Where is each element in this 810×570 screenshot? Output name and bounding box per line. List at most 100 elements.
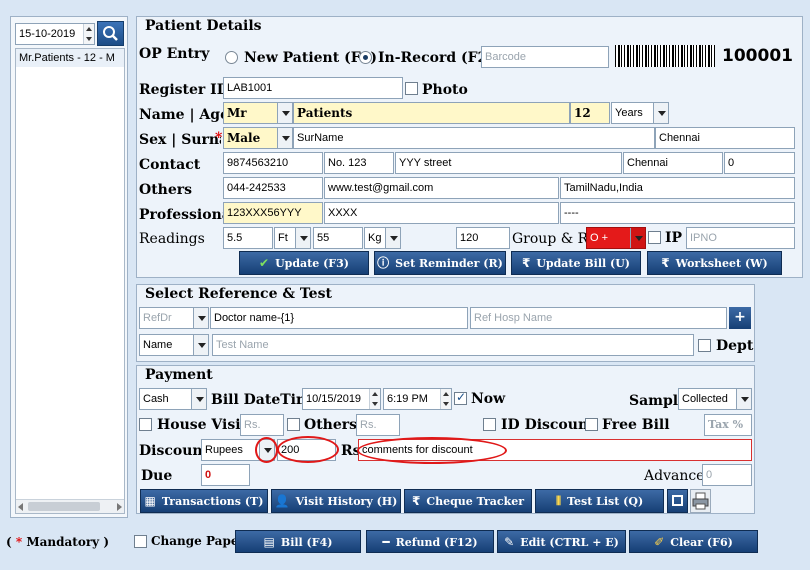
now-checkbox[interactable]: [454, 390, 467, 405]
horizontal-scrollbar[interactable]: [16, 499, 124, 513]
clear-button[interactable]: ✐ Clear (F6): [629, 530, 758, 553]
set-reminder-button[interactable]: ⓘ Set Reminder (R): [374, 251, 506, 275]
prof-name-input[interactable]: XXXX: [324, 202, 559, 224]
date-picker[interactable]: 15-10-2019: [15, 23, 95, 45]
chevron-down-icon[interactable]: [193, 308, 208, 328]
ip-checkbox[interactable]: [648, 231, 661, 244]
ipno-input[interactable]: IPNO: [686, 227, 795, 249]
tax-input[interactable]: Tax %: [704, 414, 752, 436]
fullscreen-button[interactable]: [667, 489, 688, 513]
dept-checkbox[interactable]: [698, 339, 711, 352]
update-bill-button[interactable]: ₹ Update Bill (U): [511, 251, 641, 275]
chevron-down-icon[interactable]: [191, 389, 206, 409]
city-input[interactable]: Chennai: [655, 127, 795, 149]
rupee-icon: ₹: [521, 256, 531, 270]
date-spin-icon[interactable]: [369, 389, 380, 409]
in-record-label[interactable]: In-Record (F2): [378, 50, 494, 66]
phone-input[interactable]: 9874563210: [223, 152, 323, 174]
sample-select[interactable]: Collected: [678, 388, 752, 410]
free-bill-checkbox[interactable]: [585, 418, 598, 431]
age-input[interactable]: 12: [570, 102, 610, 124]
patient-list-item[interactable]: Mr.Patients - 12 - M: [16, 49, 124, 67]
chevron-down-icon[interactable]: [385, 228, 400, 248]
height-unit-select[interactable]: Ft: [274, 227, 311, 249]
refdr-select[interactable]: RefDr: [139, 307, 209, 329]
street-input[interactable]: YYY street: [395, 152, 622, 174]
change-paper-label[interactable]: Change Paper: [151, 534, 245, 548]
worksheet-button[interactable]: ₹ Worksheet (W): [647, 251, 782, 275]
house-visit-label[interactable]: House Visit: [157, 417, 247, 433]
date-spin-icon[interactable]: [83, 24, 94, 44]
chevron-down-icon[interactable]: [193, 335, 208, 355]
height-input[interactable]: 5.5: [223, 227, 273, 249]
email-input[interactable]: www.test@gmail.com: [324, 177, 559, 199]
chevron-down-icon[interactable]: [277, 128, 292, 148]
scroll-left-icon[interactable]: [18, 503, 23, 511]
chevron-down-icon[interactable]: [277, 103, 292, 123]
others-checkbox[interactable]: [287, 418, 300, 431]
bill-date-picker[interactable]: 10/15/2019: [302, 388, 381, 410]
landline-input[interactable]: 044-242533: [223, 177, 323, 199]
new-patient-radio[interactable]: [225, 51, 238, 64]
now-label[interactable]: Now: [471, 391, 505, 407]
scroll-thumb[interactable]: [28, 502, 100, 511]
search-button[interactable]: [97, 21, 124, 46]
id-discount-label[interactable]: ID Discount: [501, 417, 595, 433]
update-button[interactable]: ✔ Update (F3): [239, 251, 369, 275]
transactions-button[interactable]: ▦ Transactions (T): [140, 489, 268, 513]
chevron-down-icon[interactable]: [630, 228, 645, 248]
cheque-tracker-button[interactable]: ₹ Cheque Tracker: [404, 489, 532, 513]
name-select-value: Name: [143, 339, 173, 351]
house-visit-input[interactable]: Rs.: [240, 414, 284, 436]
change-paper-checkbox[interactable]: [134, 535, 147, 548]
chevron-down-icon[interactable]: [653, 103, 668, 123]
chevron-down-icon[interactable]: [295, 228, 310, 248]
register-id-input[interactable]: LAB1001: [223, 77, 403, 99]
title-select[interactable]: Mr: [223, 102, 293, 124]
bill-time-picker[interactable]: 6:19 PM: [383, 388, 452, 410]
time-spin-icon[interactable]: [440, 389, 451, 409]
sex-select[interactable]: Male: [223, 127, 293, 149]
others-input[interactable]: Rs.: [356, 414, 400, 436]
surname-input[interactable]: SurName: [293, 127, 655, 149]
dept-label[interactable]: Dept: [716, 338, 753, 354]
weight-input[interactable]: 55: [313, 227, 363, 249]
scroll-right-icon[interactable]: [117, 503, 122, 511]
name-input[interactable]: Patients: [293, 102, 570, 124]
id-discount-checkbox[interactable]: [483, 418, 496, 431]
bill-button[interactable]: ▤ Bill (F4): [235, 530, 361, 553]
new-patient-label[interactable]: New Patient (F1): [244, 50, 377, 66]
visit-history-button[interactable]: 👤 Visit History (H): [271, 489, 401, 513]
ref-hosp-input[interactable]: Ref Hosp Name: [470, 307, 727, 329]
city2-input[interactable]: Chennai: [623, 152, 723, 174]
advance-input[interactable]: 0: [702, 464, 752, 486]
barcode-input[interactable]: Barcode: [481, 46, 609, 68]
house-visit-checkbox[interactable]: [139, 418, 152, 431]
readings-label: Readings: [139, 231, 205, 247]
chevron-down-icon[interactable]: [736, 389, 751, 409]
pulse-input[interactable]: 120: [456, 227, 510, 249]
in-record-radio[interactable]: [359, 51, 372, 64]
payment-mode-select[interactable]: Cash: [139, 388, 207, 410]
photo-checkbox[interactable]: [405, 82, 418, 95]
weight-unit-select[interactable]: Kg: [364, 227, 401, 249]
state-input[interactable]: TamilNadu,India: [560, 177, 795, 199]
door-input[interactable]: No. 123: [324, 152, 394, 174]
test-list-button[interactable]: ⦀ Test List (Q): [535, 489, 664, 513]
photo-label[interactable]: Photo: [422, 82, 468, 98]
add-reference-button[interactable]: +: [729, 307, 751, 329]
test-name-input[interactable]: Test Name: [212, 334, 694, 356]
edit-button[interactable]: ✎ Edit (CTRL + E): [497, 530, 626, 553]
pin-input[interactable]: 0: [724, 152, 795, 174]
others-pay-label[interactable]: Others: [304, 417, 357, 433]
refund-button[interactable]: ━ Refund (F12): [366, 530, 494, 553]
free-bill-label[interactable]: Free Bill: [602, 417, 670, 433]
age-unit-select[interactable]: Years: [611, 102, 669, 124]
prof-id-input[interactable]: 123XXX56YYY: [223, 202, 323, 224]
name-select[interactable]: Name: [139, 334, 209, 356]
doctor-name-input[interactable]: Doctor name-{1}: [210, 307, 468, 329]
search-icon: [103, 26, 118, 41]
print-button[interactable]: [690, 489, 711, 513]
blood-group-select[interactable]: O +: [586, 227, 646, 249]
prof-extra-input[interactable]: ----: [560, 202, 795, 224]
